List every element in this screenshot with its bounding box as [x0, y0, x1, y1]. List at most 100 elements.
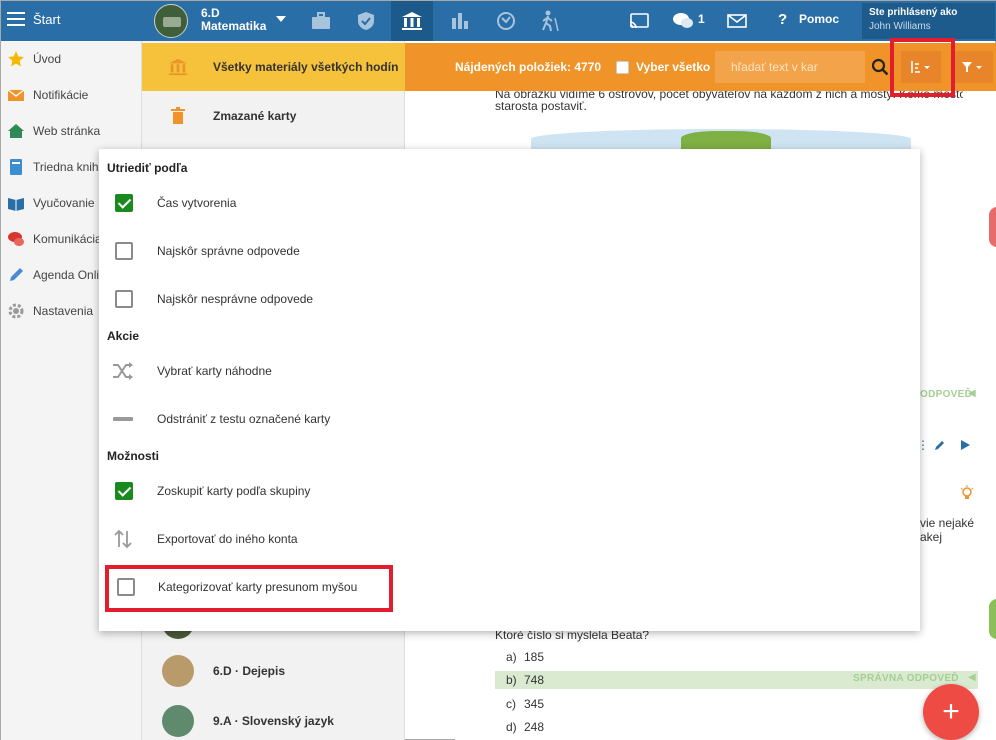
materials-item-all[interactable]: Všetky materiály všetkých hodín	[142, 43, 405, 91]
briefcase-icon[interactable]	[309, 9, 333, 33]
sort-button-highlight	[890, 38, 955, 97]
shield-icon[interactable]	[354, 9, 378, 33]
filter-icon	[962, 62, 982, 72]
user-account-box[interactable]: Ste prihlásený ako John Williams	[862, 3, 995, 39]
class-dropdown-caret-icon[interactable]	[276, 16, 286, 22]
hamburger-menu-icon[interactable]	[7, 12, 25, 26]
answer-letter: c)	[506, 697, 516, 711]
sidebar-item-web-stranka[interactable]: Web stránka	[1, 113, 142, 149]
subject-thumbnail	[162, 655, 194, 687]
answer-letter: a)	[506, 650, 517, 664]
class-name-line2: Matematika	[201, 19, 267, 33]
lightbulb-icon[interactable]	[959, 485, 975, 501]
chevron-left-icon[interactable]: ◀	[968, 388, 976, 399]
sidebar-item-label: Vyučovanie	[33, 196, 95, 210]
answer-value: 345	[524, 697, 545, 711]
sidebar-item-notifikacie[interactable]: Notifikácie	[1, 77, 142, 113]
start-label[interactable]: Štart	[33, 12, 60, 27]
card-illustration-island	[681, 131, 771, 149]
strategy-icon[interactable]	[494, 9, 518, 33]
sort-option-created-time[interactable]: Čas vytvorenia	[99, 179, 920, 227]
sort-option-label: Najskôr správne odpovede	[157, 244, 300, 258]
actions-section-header: Akcie	[107, 329, 140, 343]
search-icon[interactable]	[871, 58, 889, 76]
filter-button[interactable]	[953, 51, 993, 83]
checkbox-checked[interactable]	[115, 194, 133, 212]
side-marker	[989, 207, 996, 247]
sort-option-label: Najskôr nesprávne odpovede	[157, 292, 314, 306]
help-question-icon[interactable]: ?	[778, 11, 787, 28]
chat-icon	[8, 232, 24, 246]
found-items-count: Nájdených položiek: 4770	[455, 60, 602, 74]
materials-item-deleted[interactable]: Zmazané karty	[142, 92, 405, 140]
trash-icon	[171, 107, 185, 124]
chat-bubble-icon[interactable]	[671, 9, 695, 33]
card-text-line: starosta postaviť.	[495, 99, 587, 113]
materials-item-label: Zmazané karty	[213, 109, 297, 123]
answer-value: 248	[524, 720, 545, 734]
option-group-cards[interactable]: Zoskupiť karty podľa skupiny	[99, 467, 920, 515]
answer-value: 748	[524, 673, 545, 687]
play-icon[interactable]	[959, 439, 971, 451]
correct-answer-label: SPRÁVNA ODPOVEĎ	[853, 673, 959, 684]
sort-option-correct-first[interactable]: Najskôr správne odpovede	[99, 227, 920, 275]
bar-chart-icon[interactable]	[448, 9, 472, 33]
search-input[interactable]	[715, 51, 865, 83]
envelope-icon	[7, 89, 25, 101]
class-avatar[interactable]	[154, 4, 188, 38]
card-text-fragment: vie nejaké	[920, 516, 975, 530]
select-all-label[interactable]: Vyber všetko	[636, 60, 710, 74]
action-label: Vybrať karty náhodne	[157, 364, 272, 378]
answer-value: 185	[524, 650, 545, 664]
sort-section-header: Utriediť podľa	[107, 161, 188, 175]
checkbox-checked[interactable]	[115, 482, 133, 500]
options-section-header: Možnosti	[107, 449, 159, 463]
action-label: Odstrániť z testu označené karty	[157, 412, 331, 426]
home-icon	[8, 124, 24, 138]
sidebar-item-label: Notifikácie	[33, 88, 89, 102]
hiking-icon[interactable]	[538, 9, 562, 33]
cast-icon[interactable]	[627, 9, 651, 33]
subject-item-slovensky-jazyk[interactable]: 9.A · Slovenský jazyk	[142, 697, 405, 740]
institution-icon[interactable]	[400, 9, 424, 33]
chat-count-badge[interactable]: 1	[698, 12, 705, 26]
categorize-option-highlight	[105, 565, 393, 612]
select-all-checkbox[interactable]	[616, 61, 629, 74]
side-marker	[989, 599, 996, 639]
edit-pencil-icon[interactable]	[934, 439, 946, 451]
subject-thumbnail	[162, 705, 194, 737]
chevron-left-icon[interactable]: ◀	[968, 672, 976, 683]
sort-option-incorrect-first[interactable]: Najskôr nesprávne odpovede	[99, 275, 920, 323]
answer-letter: d)	[506, 720, 517, 734]
option-label: Zoskupiť karty podľa skupiny	[157, 484, 311, 498]
logged-in-label: Ste prihlásený ako	[869, 7, 958, 18]
star-icon	[8, 51, 24, 67]
shuffle-icon	[113, 362, 133, 380]
open-book-icon	[8, 198, 24, 211]
book-icon	[10, 159, 22, 175]
subject-item-dejepis[interactable]: 6.D · Dejepis	[142, 647, 405, 695]
help-link[interactable]: Pomoc	[799, 12, 839, 26]
minus-icon	[113, 417, 133, 421]
top-bar: Štart 6.D Matematika 1 ? Pomoc Ste prihl…	[1, 1, 996, 41]
sidebar-item-label: Triedna kniha	[33, 160, 106, 174]
add-button[interactable]: +	[923, 684, 979, 740]
transfer-icon	[114, 529, 132, 549]
subject-item-label: 9.A · Slovenský jazyk	[213, 714, 334, 728]
sidebar-item-uvod[interactable]: Úvod	[1, 41, 142, 77]
user-name: John Williams	[869, 21, 931, 32]
pencil-icon	[10, 268, 23, 281]
action-remove-marked[interactable]: Odstrániť z testu označené karty	[99, 395, 920, 443]
class-selector[interactable]: 6.D Matematika	[201, 7, 266, 33]
checkbox-unchecked[interactable]	[115, 290, 133, 308]
mail-icon[interactable]	[725, 9, 749, 33]
action-random-cards[interactable]: Vybrať karty náhodne	[99, 347, 920, 395]
card-text-fragment: akej	[920, 530, 943, 544]
materials-item-label: Všetky materiály všetkých hodín	[213, 60, 399, 74]
sidebar-item-label: Web stránka	[33, 124, 101, 138]
sidebar-item-label: Nastavenia	[33, 304, 94, 318]
option-export[interactable]: Exportovať do iného konta	[99, 515, 920, 563]
checkbox-unchecked[interactable]	[115, 242, 133, 260]
answer-letter: b)	[506, 673, 517, 687]
institution-icon	[168, 58, 188, 76]
